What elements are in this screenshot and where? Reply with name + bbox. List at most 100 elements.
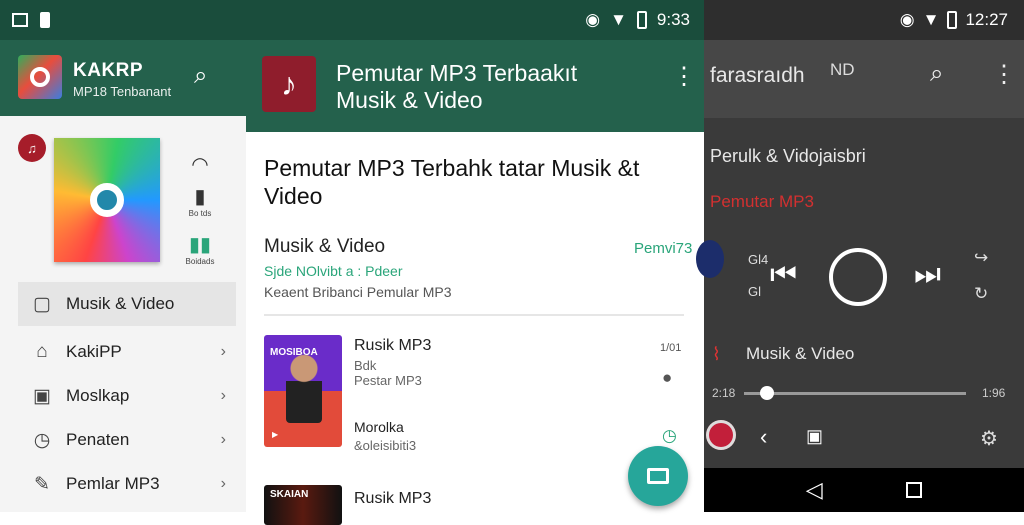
drawer-item-pemlar-mp3[interactable]: ✎ Pemlar MP3 › — [18, 462, 236, 506]
chevron-left-icon[interactable]: ‹ — [760, 424, 767, 450]
side-icon-a-label: Bo tds — [188, 209, 212, 218]
seek-bar[interactable] — [744, 392, 966, 395]
navigation-drawer: ♫ ◠ ▮ Bo tds ▮▮ Boidads ▢ Musik & Video ⌂ … — [0, 116, 246, 512]
section-description: Keaent Bribanci Pemular MP3 — [264, 284, 452, 300]
camera-icon[interactable]: ▣ — [806, 426, 823, 447]
pencil-icon: ✎ — [34, 473, 50, 495]
left-app-bar: KAKRP MP18 Tenbanant ⌕ — [0, 40, 246, 116]
section-title: Musik & Video — [264, 236, 386, 257]
wifi-icon: ▼ — [610, 10, 627, 29]
artist-photo — [286, 353, 322, 423]
track-meta: &oleisibiti3 — [354, 438, 417, 453]
battery-icon — [636, 11, 647, 29]
more-vert-icon[interactable]: ⋮ — [992, 60, 1016, 89]
hotspot-icon: ◉ — [899, 10, 915, 29]
main-content: Pemutar MP3 Terbahk tatar Musik &t Video… — [246, 132, 704, 525]
side-icon-a[interactable]: ▮ Bo tds — [180, 184, 220, 218]
app-subtitle: MP18 Tenbanant — [73, 84, 172, 99]
track-title[interactable]: Rusik MP3 — [354, 337, 431, 355]
drawer-item-label: Penaten — [66, 430, 130, 449]
track-meta: Bdk — [354, 358, 377, 373]
back-icon[interactable]: ◁ — [806, 477, 823, 503]
fab-button[interactable] — [628, 446, 688, 506]
share-icon[interactable]: ↪ — [974, 248, 988, 268]
square-icon: ▣ — [33, 385, 51, 407]
drawer-item-label: KakiPP — [66, 342, 122, 361]
track-thumbnail[interactable]: MOSIBOA ▶ — [264, 335, 342, 447]
system-nav-bar: ◁ — [704, 468, 1024, 512]
seek-handle[interactable] — [760, 386, 774, 400]
right-status-bar: ◉ ▼ 12:27 — [704, 0, 1024, 40]
chevron-right-icon: › — [220, 431, 226, 448]
clock-icon: ◷ — [33, 429, 51, 451]
track-title[interactable]: Morolka — [354, 419, 404, 435]
album-art[interactable] — [54, 138, 160, 262]
drawer-item-musik-video[interactable]: ▢ Musik & Video — [18, 282, 236, 326]
more-vert-icon[interactable]: ⋮ — [672, 62, 696, 91]
status-time: 9:33 — [656, 10, 690, 29]
page-title: Pemutar MP3 Terbaakıt Musik & Video — [336, 60, 578, 113]
drawer-item-kakipp[interactable]: ⌂ KakiPP › — [18, 330, 236, 374]
app-title: KAKRP — [73, 60, 144, 81]
sim-icon — [40, 12, 50, 28]
album-dot — [696, 240, 724, 278]
battery-icon — [947, 11, 958, 29]
image-icon — [12, 13, 28, 27]
player-tag: ND — [830, 60, 855, 79]
repeat-icon[interactable]: ↻ — [974, 284, 988, 304]
player-title: farasraıdh — [710, 64, 805, 87]
drawer-item-label: Musik & Video — [66, 294, 175, 313]
hotspot-icon: ◉ — [585, 10, 601, 29]
play-button[interactable] — [829, 248, 887, 306]
section-link[interactable]: Pemvi73 — [634, 240, 692, 257]
gear-icon[interactable]: ⚙ — [980, 426, 998, 451]
signal-icon[interactable]: ◠ — [180, 152, 220, 177]
mid-status-bar: ◉ ▼ 9:33 — [246, 0, 704, 40]
app-logo — [18, 55, 62, 99]
side-icon-b-label: Boidads — [185, 257, 215, 266]
left-status-bar — [0, 0, 246, 40]
elapsed-time: 2:18 — [712, 386, 736, 400]
app-badge: ♫ — [18, 134, 46, 162]
track-time: 1/01 — [660, 342, 682, 354]
status-time: 12:27 — [965, 10, 1008, 29]
chat-icon[interactable]: ● — [662, 368, 672, 388]
skip-next-icon[interactable]: ⏭ — [914, 258, 941, 292]
bars-icon[interactable]: ▮▮ Boidads — [180, 232, 220, 266]
total-time: 1:96 — [982, 386, 1006, 400]
divider — [264, 314, 684, 316]
chevron-right-icon: › — [220, 343, 226, 360]
folder-icon: ▢ — [33, 293, 51, 315]
wifi-icon: ▼ — [922, 10, 940, 29]
heart-rate-icon: ⌇ — [712, 344, 721, 364]
left-control-label[interactable]: Gl4 — [748, 252, 768, 267]
chevron-right-icon: › — [220, 475, 226, 492]
folder-icon: ⌂ — [36, 341, 48, 362]
search-icon[interactable]: ⌕ — [930, 60, 943, 88]
overview-icon[interactable] — [906, 482, 923, 498]
now-playing-title: Perulk & Vidojaisbri — [710, 146, 866, 166]
track-meta: Pestar MP3 — [354, 373, 422, 388]
genre-label: Musik & Video — [746, 344, 855, 363]
cast-icon — [647, 468, 669, 484]
section-subtitle: Sjde NOlvibt a : Pdeer — [264, 263, 403, 279]
drawer-item-moslkap[interactable]: ▣ Moslkap › — [18, 374, 236, 418]
chevron-right-icon: › — [220, 387, 226, 404]
record-button[interactable] — [706, 420, 736, 450]
mid-app-bar: ♪ Pemutar MP3 Terbaakıt Musik & Video ⋮ — [246, 40, 704, 132]
skip-previous-icon[interactable]: ⏮ — [770, 258, 797, 292]
now-playing-artist: Pemutar MP3 — [710, 192, 814, 211]
play-badge-icon: ▶ — [272, 430, 279, 439]
left-control-label[interactable]: Gl — [748, 284, 761, 299]
player-screen: ◉ ▼ 12:27 farasraıdh ND ⌕ ⋮ Perulk & Vid… — [696, 0, 1024, 512]
track-thumbnail[interactable]: SKAIAN — [264, 485, 342, 525]
clock-icon[interactable]: ◷ — [662, 426, 677, 446]
drawer-item-label: Pemlar MP3 — [66, 474, 160, 493]
content-heading: Pemutar MP3 Terbahk tatar Musik &t Video — [264, 155, 640, 209]
drawer-item-penaten[interactable]: ◷ Penaten › — [18, 418, 236, 462]
music-note-icon: ♪ — [262, 56, 316, 112]
thumbnail-label: SKAIAN — [270, 489, 309, 500]
search-icon[interactable]: ⌕ — [194, 62, 207, 90]
right-app-bar: farasraıdh ND ⌕ ⋮ — [704, 40, 1024, 118]
track-title[interactable]: Rusik MP3 — [354, 490, 431, 508]
